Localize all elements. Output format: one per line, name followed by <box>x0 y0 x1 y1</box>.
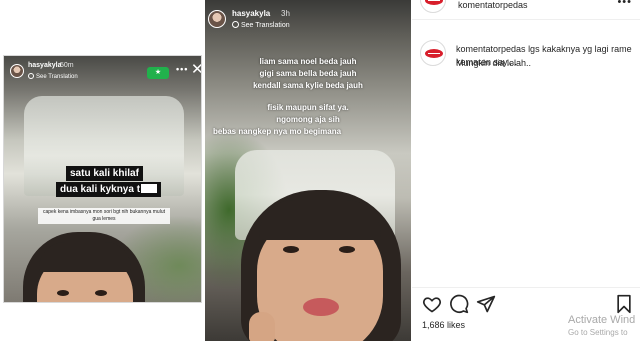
story-time: 3h <box>281 9 290 18</box>
bookmark-icon[interactable] <box>614 294 634 314</box>
story-screenshot-left: hasyakyla 50m See Translation ★ ••• ✕ sa… <box>3 55 202 303</box>
likes-count[interactable]: 1,686 likes <box>422 320 465 330</box>
account-avatar[interactable] <box>420 0 446 13</box>
globe-icon <box>28 73 34 79</box>
story-text-line: kendall sama kylie beda jauh <box>253 81 363 90</box>
activation-watermark-sub: Go to Settings to <box>568 328 628 337</box>
post-header: komentatorpedas ••• <box>412 0 640 20</box>
more-icon[interactable]: ••• <box>176 64 188 74</box>
comment-username[interactable]: komentatorpedas <box>456 44 526 54</box>
see-translation-label: See Translation <box>241 22 290 29</box>
comment-avatar[interactable] <box>420 40 446 66</box>
close-friends-icon: ★ <box>147 67 169 79</box>
avatar[interactable] <box>208 10 226 28</box>
story-header: hasyakyla 50m See Translation ★ ••• ✕ <box>10 62 201 84</box>
lips-logo-icon <box>425 0 443 5</box>
close-icon[interactable]: ✕ <box>191 62 201 77</box>
lips-logo-icon <box>425 49 443 58</box>
thumbs-up-hand <box>249 312 275 341</box>
sticker-text-line2-label: dua kali kyknya t <box>60 184 141 195</box>
story-text-line: gigi sama bella beda jauh <box>259 69 357 78</box>
see-translation-link[interactable]: See Translation <box>28 73 78 80</box>
avatar[interactable] <box>10 64 24 78</box>
see-translation-label: See Translation <box>36 74 78 80</box>
girl-portrait <box>19 224 149 302</box>
sticker-text-line2: dua kali kyknya t <box>56 182 162 197</box>
see-translation-link[interactable]: See Translation <box>232 21 290 29</box>
instagram-post-panel: komentatorpedas ••• komentatorpedas lgs … <box>412 0 640 360</box>
activation-watermark: Activate Wind <box>568 314 636 326</box>
globe-icon <box>232 21 239 28</box>
car-window <box>24 96 184 196</box>
story-time: 50m <box>60 62 74 69</box>
story-text-line: ngomong aja sih <box>276 115 340 124</box>
post-actions <box>412 294 640 314</box>
story-text-line: liam sama noel beda jauh <box>259 57 357 66</box>
comment-icon[interactable] <box>449 294 469 314</box>
heart-icon[interactable] <box>422 294 442 314</box>
story-text-line: bebas nangkep nya mo begimana <box>213 127 342 136</box>
divider <box>412 287 640 288</box>
redaction-block <box>141 184 158 193</box>
story-header: hasyakyla 3h See Translation <box>208 6 408 32</box>
story-username[interactable]: hasyakyla <box>28 62 61 69</box>
sticker-text-line1: satu kali khilaf <box>66 166 143 181</box>
post-account-name[interactable]: komentatorpedas <box>458 0 528 10</box>
story-caption: capek kena imbasnya mon sori bgt nih buk… <box>38 208 170 224</box>
comment-text-line2: Mungkin dia lelah.. <box>456 58 532 68</box>
story-username[interactable]: hasyakyla <box>232 9 270 18</box>
share-icon[interactable] <box>476 294 496 314</box>
story-text-line: fisik maupun sifat ya. <box>267 103 349 112</box>
story-screenshot-right: hasyakyla 3h See Translation liam sama n… <box>205 0 411 341</box>
more-icon[interactable]: ••• <box>617 0 632 8</box>
